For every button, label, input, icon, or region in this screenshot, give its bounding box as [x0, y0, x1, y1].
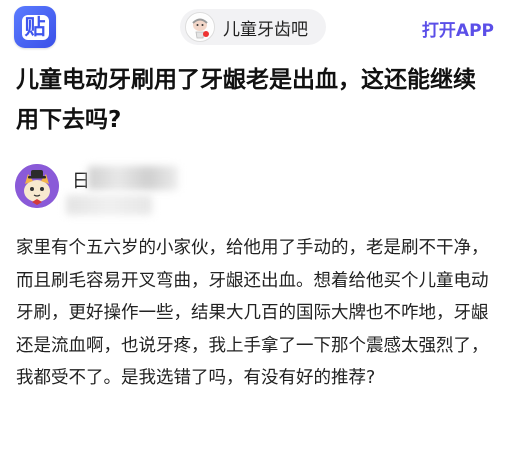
- forum-name: 儿童牙齿吧: [223, 19, 308, 40]
- app-logo-glyph: 贴: [21, 14, 49, 40]
- redacted-author-name: [88, 166, 178, 190]
- open-app-button[interactable]: 打开APP: [422, 16, 494, 41]
- tieba-app-logo[interactable]: 贴: [14, 6, 56, 48]
- post-body: 家里有个五六岁的小家伙，给他用了手动的，老是刷不干净，而且刷毛容易开叉弯曲，牙龈…: [16, 238, 489, 388]
- author-avatar[interactable]: [15, 164, 59, 208]
- top-bar: 贴 儿童牙齿吧 打开APP: [0, 0, 508, 56]
- forum-avatar-icon: [185, 12, 215, 42]
- redacted-author-meta: [66, 195, 152, 215]
- forum-pill[interactable]: 儿童牙齿吧: [180, 9, 326, 45]
- post-title: 儿童电动牙刷用了牙龈老是出血，这还能继续用下去吗?: [16, 67, 476, 133]
